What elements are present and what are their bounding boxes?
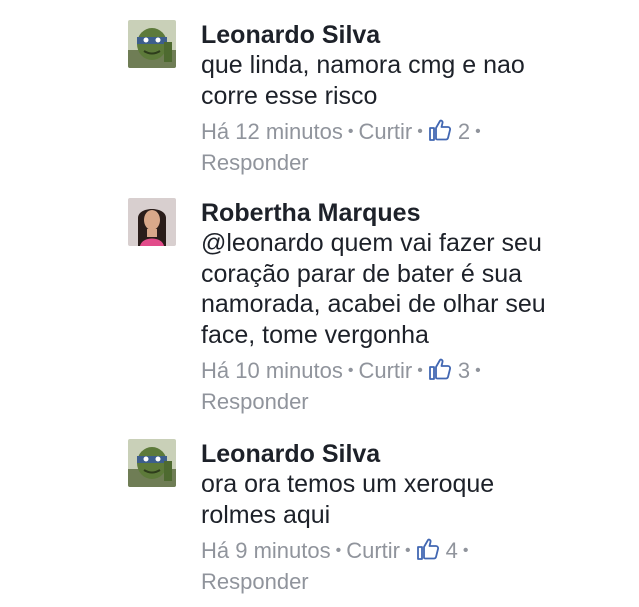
comment-text: ora ora temos um xeroque rolmes aqui (201, 470, 495, 529)
comment-body: Leonardo Silva ora ora temos um xeroque … (201, 439, 621, 597)
comment-text: que linda, namora cmg e nao corre esse r… (201, 51, 525, 110)
like-button[interactable]: Curtir (358, 119, 412, 144)
separator-dot: • (462, 542, 469, 559)
like-count: 2 (457, 119, 471, 144)
comment-meta: Há 10 minutos • Curtir • 3 • Responder (201, 356, 541, 417)
separator-dot: • (335, 542, 342, 559)
like-count: 4 (445, 538, 458, 563)
comment-meta: Há 9 minutos • Curtir • 4 • Responder (201, 536, 541, 597)
comment-thread: Leonardo Silva que linda, namora cmg e n… (0, 0, 639, 607)
comment-author[interactable]: Leonardo Silva (201, 439, 621, 469)
like-count-group[interactable]: 2 (428, 119, 470, 144)
ninja-turtle-avatar-icon (128, 20, 176, 68)
thumbs-up-icon (416, 538, 439, 560)
woman-photo-avatar-icon (128, 198, 176, 246)
comment-timestamp[interactable]: Há 12 minutos (201, 119, 343, 144)
thumbs-up-icon (428, 119, 451, 141)
separator-dot: • (347, 123, 354, 140)
reply-button[interactable]: Responder (201, 389, 309, 414)
separator-dot: • (417, 123, 423, 140)
thumbs-up-icon (428, 358, 451, 380)
comment-timestamp[interactable]: Há 10 minutos (201, 358, 343, 383)
reply-button[interactable]: Responder (201, 150, 309, 175)
separator-dot: • (475, 123, 481, 140)
comment-timestamp[interactable]: Há 9 minutos (201, 538, 331, 563)
comment-author[interactable]: Leonardo Silva (201, 20, 621, 50)
comment-text: @leonardo quem vai fazer seu coração par… (201, 229, 546, 349)
avatar[interactable] (128, 439, 176, 487)
comment-body: Leonardo Silva que linda, namora cmg e n… (201, 20, 621, 178)
comment-body: Robertha Marques @leonardo quem vai faze… (201, 198, 621, 417)
avatar[interactable] (128, 198, 176, 246)
like-count-group[interactable]: 3 (428, 358, 470, 383)
like-count-group[interactable]: 4 (416, 538, 458, 563)
comment-author[interactable]: Robertha Marques (201, 198, 621, 228)
separator-dot: • (347, 362, 354, 379)
like-count: 3 (457, 358, 471, 383)
ninja-turtle-avatar-icon (128, 439, 176, 487)
reply-button[interactable]: Responder (201, 569, 309, 594)
comment-meta: Há 12 minutos • Curtir • 2 • Responder (201, 117, 541, 178)
separator-dot: • (475, 362, 481, 379)
avatar[interactable] (128, 20, 176, 68)
separator-dot: • (417, 362, 423, 379)
like-button[interactable]: Curtir (346, 538, 400, 563)
like-button[interactable]: Curtir (358, 358, 412, 383)
separator-dot: • (405, 542, 411, 559)
